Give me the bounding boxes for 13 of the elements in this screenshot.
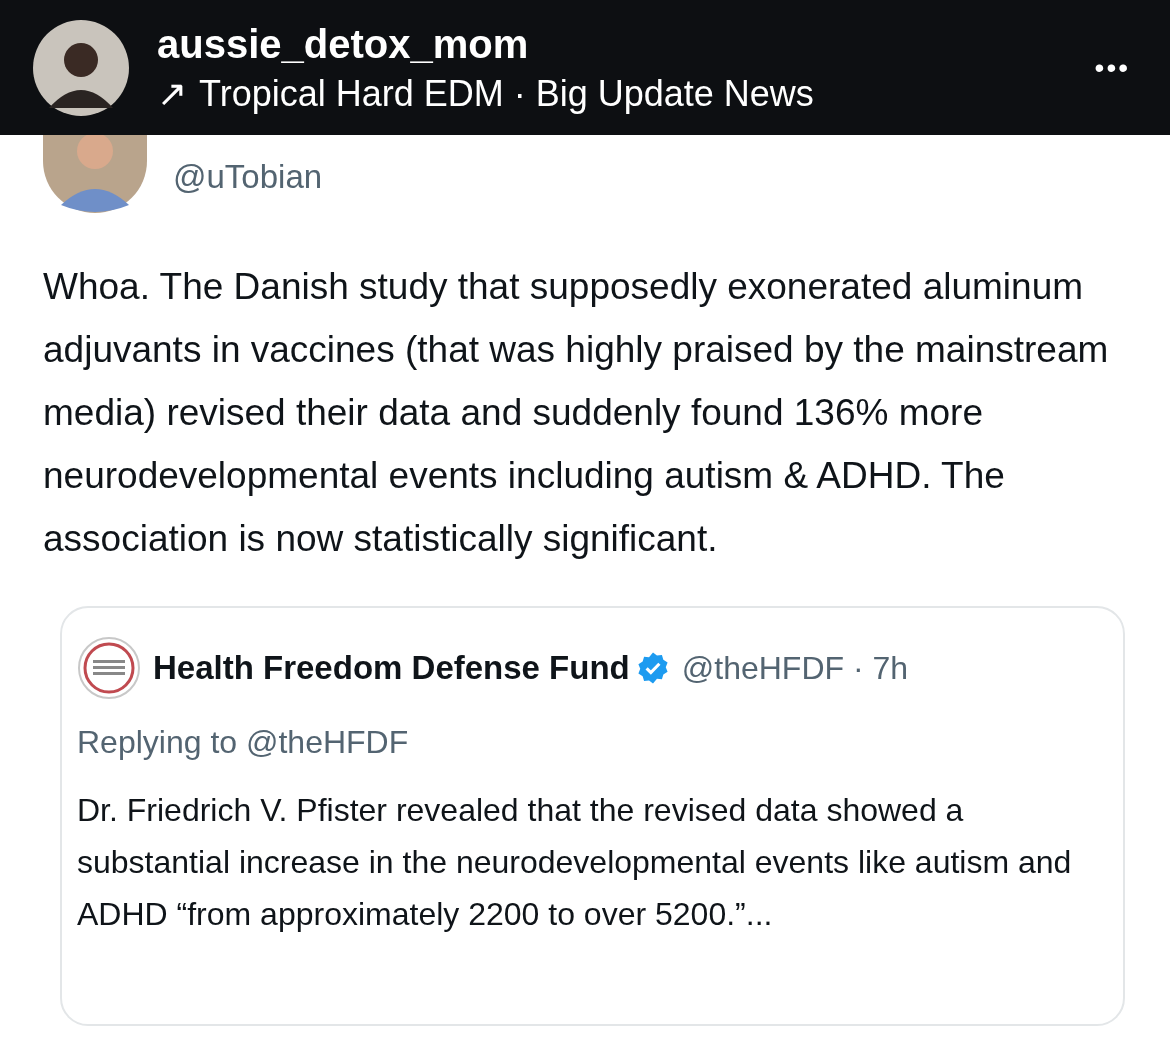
- post-text: Whoa. The Danish study that supposedly exonerated aluminum adjuvants in vaccines (that was highly praised by the mainstream media) revised their data and suddenly found 136% more neurodevelopmental events including autism & ADHD. The association is now statistically significant.: [43, 265, 1110, 561]
- audio-link[interactable]: Tropical Hard EDM · Big Update News: [199, 71, 814, 116]
- logo-icon: [77, 636, 141, 700]
- account-name[interactable]: Health Freedom Defense Fund: [153, 643, 630, 693]
- user-handle[interactable]: @uTobian: [173, 152, 323, 202]
- account-handle: @theHFDF · 7h: [681, 649, 909, 688]
- arrow-icon: ↗: [157, 71, 187, 116]
- avatar[interactable]: [33, 19, 129, 116]
- replying-to-text: Replying to @theHFDF: [77, 723, 410, 762]
- username[interactable]: aussie_detox_mom: [157, 19, 1095, 68]
- quoted-text: Dr. Friedrich V. Pfister revealed that the revised data showed a substantial increase in the neurodevelopmental events like autism and ADHD “from approximately 2200 to over 5200.”...: [77, 791, 1073, 934]
- quoted-post[interactable]: [60, 606, 1125, 1026]
- more-button[interactable]: •••: [1094, 46, 1130, 89]
